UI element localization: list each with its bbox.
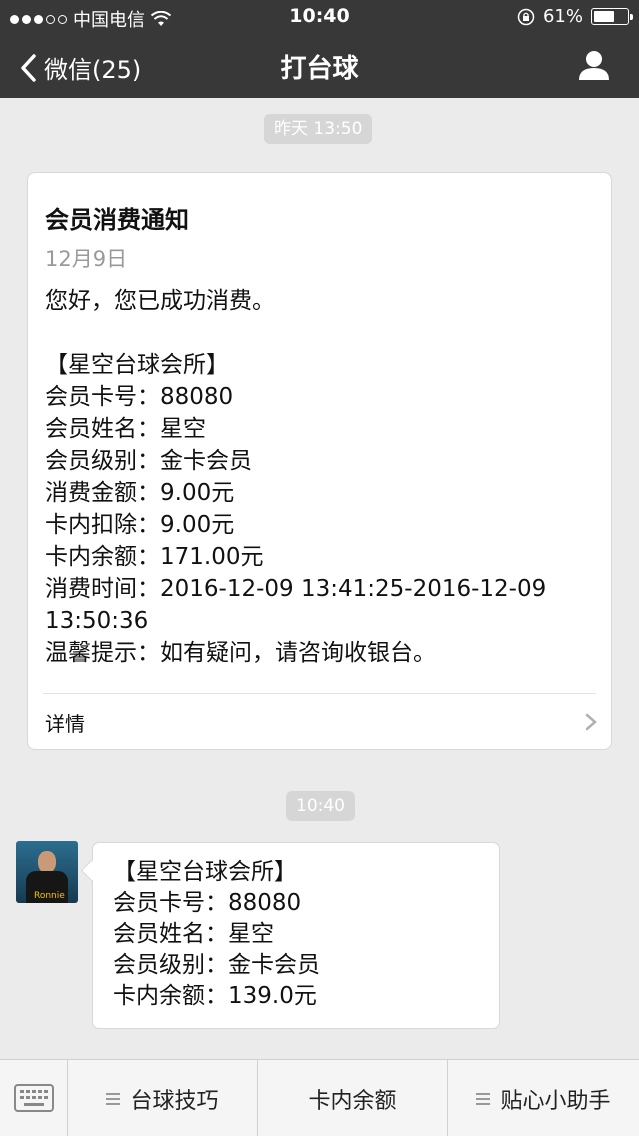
battery-icon (591, 8, 633, 25)
divider (43, 693, 596, 694)
card-title: 会员消费通知 (45, 206, 189, 234)
card-greeting: 您好，您已成功消费。 (45, 288, 275, 314)
card-date: 12月9日 (45, 247, 128, 271)
detail-link[interactable]: 详情 (28, 695, 611, 749)
avatar[interactable]: Ronnie (16, 841, 78, 903)
person-icon[interactable] (577, 48, 611, 82)
card-line: 温馨提示：如有疑问，请咨询收银台。 (45, 640, 436, 666)
hamburger-icon (476, 1092, 491, 1105)
timestamp-pill: 昨天 13:50 (264, 114, 373, 144)
card-body: 您好，您已成功消费。 【星空台球会所】 会员卡号：88080 会员姓名：星空 会… (45, 285, 591, 669)
card-line: 13:50:36 (45, 608, 149, 634)
rotation-lock-icon (517, 8, 535, 25)
card-line: 【星空台球会所】 (45, 352, 229, 378)
battery-percent: 61% (542, 6, 583, 27)
card-line: 消费金额：9.00元 (45, 480, 235, 506)
card-line: 会员级别：金卡会员 (45, 448, 252, 474)
keyboard-icon (14, 1084, 54, 1112)
detail-label: 详情 (45, 712, 85, 736)
menu-item-label: 贴心小助手 (500, 1088, 611, 1114)
hamburger-icon (106, 1092, 121, 1105)
card-line: 卡内余额：171.00元 (45, 544, 264, 570)
message-text: 【星空台球会所】 会员卡号：88080 会员姓名：星空 会员级别：金卡会员 卡内… (113, 857, 320, 1012)
chevron-right-icon (585, 713, 597, 731)
card-line: 会员卡号：88080 (45, 384, 234, 410)
menu-item-label: 台球技巧 (130, 1088, 219, 1114)
message-line: 会员级别：金卡会员 (113, 952, 320, 978)
message-bubble[interactable]: 【星空台球会所】 会员卡号：88080 会员姓名：星空 会员级别：金卡会员 卡内… (92, 842, 500, 1029)
message-line: 会员姓名：星空 (113, 921, 274, 947)
message-line: 卡内余额：139.0元 (113, 983, 317, 1009)
status-right: 61% (517, 6, 633, 27)
status-bar: 中国电信 10:40 61% (0, 0, 639, 34)
avatar-caption: Ronnie (34, 891, 65, 901)
card-line: 消费时间：2016-12-09 13:41:25-2016-12-09 (45, 576, 547, 602)
bottom-menu-bar: 台球技巧 卡内余额 贴心小助手 (0, 1059, 639, 1136)
notification-card: 会员消费通知 12月9日 您好，您已成功消费。 【星空台球会所】 会员卡号：88… (27, 172, 612, 750)
message-line: 会员卡号：88080 (113, 890, 302, 916)
menu-item-balance[interactable]: 卡内余额 (258, 1060, 448, 1136)
message-line: 【星空台球会所】 (113, 859, 297, 885)
card-line: 卡内扣除：9.00元 (45, 512, 235, 538)
nav-bar: 微信(25) 打台球 (0, 34, 639, 98)
menu-item-tips[interactable]: 台球技巧 (68, 1060, 258, 1136)
page-title: 打台球 (280, 54, 359, 84)
menu-item-label: 卡内余额 (308, 1088, 397, 1114)
top-bar: 中国电信 10:40 61% 微信(25) 打台球 (0, 0, 639, 98)
card-line: 会员姓名：星空 (45, 416, 206, 442)
timestamp-pill: 10:40 (286, 791, 355, 821)
menu-item-assistant[interactable]: 贴心小助手 (448, 1060, 639, 1136)
keyboard-toggle-button[interactable] (0, 1060, 68, 1136)
